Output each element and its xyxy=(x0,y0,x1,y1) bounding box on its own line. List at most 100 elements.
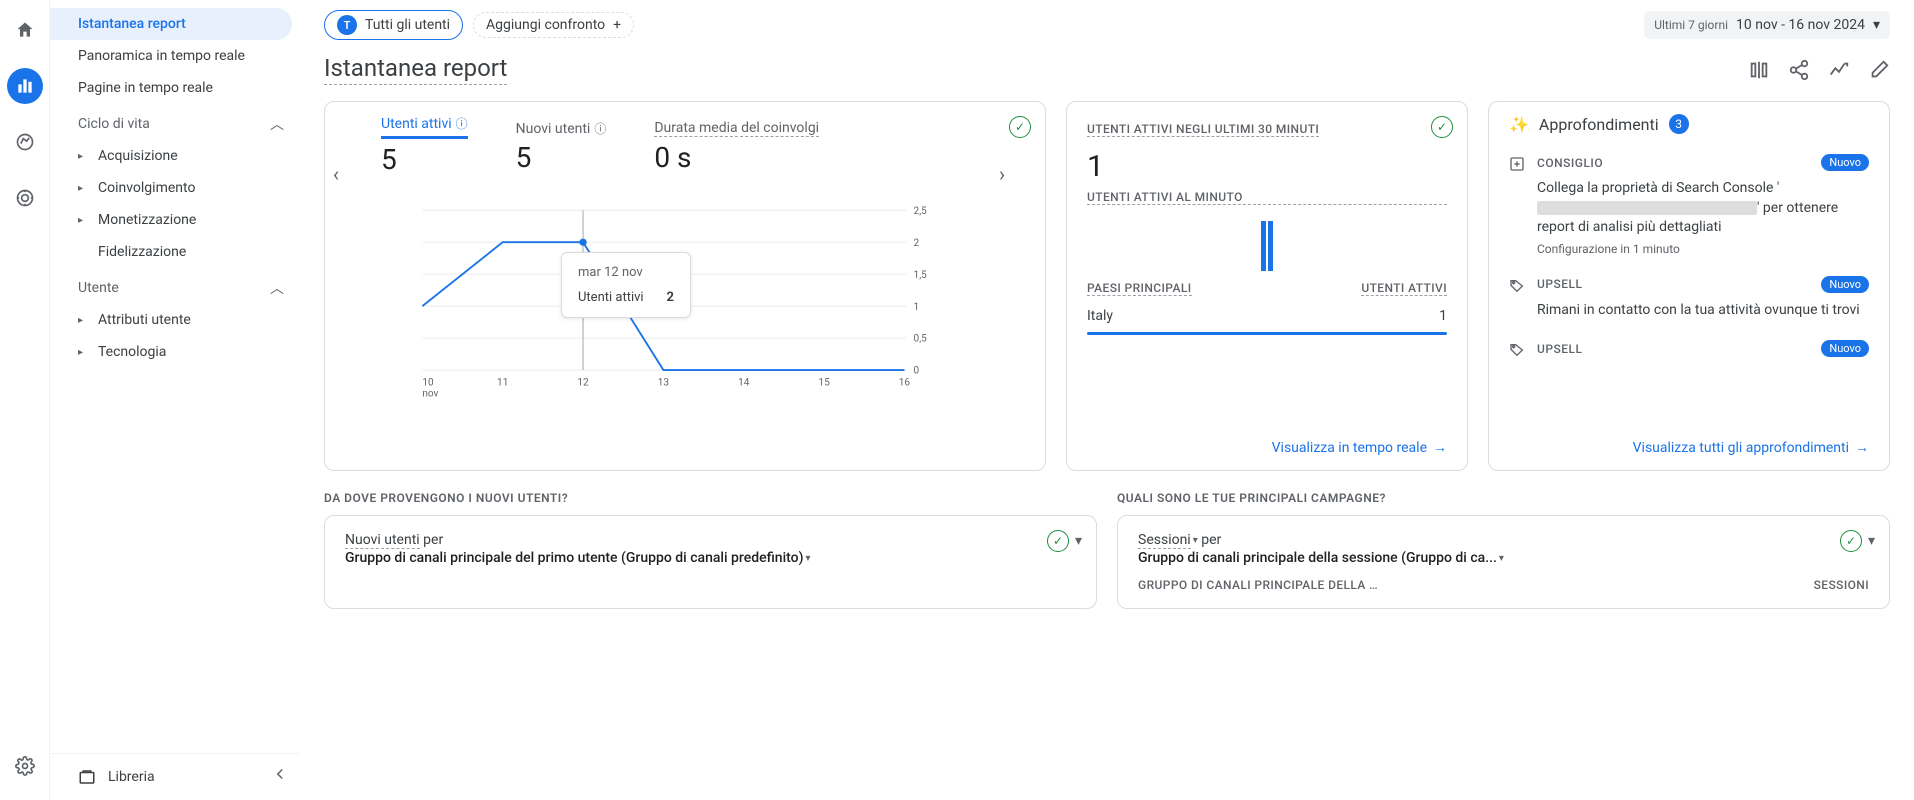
main-content: T Tutti gli utenti Aggiungi confronto + … xyxy=(300,0,1914,800)
col-sessions: SESSIONI xyxy=(1814,578,1869,592)
svg-text:nov: nov xyxy=(422,389,438,400)
page-title: Istantanea report xyxy=(324,54,507,85)
caret-right-icon: ▸ xyxy=(78,315,86,326)
sessions-card: ✓ ▾ Sessioni▾ per Gruppo di canali princ… xyxy=(1117,515,1890,609)
sidebar-item-realtime-overview[interactable]: Panoramica in tempo reale xyxy=(50,40,292,72)
arrow-right-icon: → xyxy=(1433,439,1447,456)
audience-label: Tutti gli utenti xyxy=(365,17,450,33)
audience-chip[interactable]: T Tutti gli utenti xyxy=(324,10,463,40)
sidebar-section-lifecycle[interactable]: Ciclo di vita ︿ xyxy=(50,104,300,140)
nav-rail xyxy=(0,0,50,800)
dimension-selector[interactable]: Gruppo di canali principale della sessio… xyxy=(1138,550,1869,566)
next-metric-button[interactable]: › xyxy=(999,162,1005,186)
check-icon[interactable]: ✓ xyxy=(1047,530,1069,552)
prev-metric-button[interactable]: ‹ xyxy=(333,162,339,186)
line-chart: 2,5 2 1,5 1 0,5 0 10 nov 11 12 13 xyxy=(361,192,995,440)
view-all-insights-link[interactable]: Visualizza tutti gli approfondimenti → xyxy=(1633,439,1869,456)
topbar: T Tutti gli utenti Aggiungi confronto + … xyxy=(300,0,1914,44)
chevron-up-icon: ︿ xyxy=(270,114,284,134)
col-channel-group: GRUPPO DI CANALI PRINCIPALE DELLA … xyxy=(1138,578,1378,592)
compare-icon[interactable] xyxy=(1748,59,1770,81)
date-range-picker[interactable]: Ultimi 7 giorni 10 nov - 16 nov 2024 ▾ xyxy=(1644,11,1890,39)
library-icon xyxy=(78,768,96,786)
svg-text:1,5: 1,5 xyxy=(914,270,928,281)
insights-title: Approfondimenti xyxy=(1539,115,1659,134)
info-icon: ⓘ xyxy=(456,115,468,132)
sidebar-library[interactable]: Libreria xyxy=(50,753,300,800)
add-comparison-chip[interactable]: Aggiungi confronto + xyxy=(473,12,634,38)
sidebar-item-user-attributes[interactable]: ▸Attributi utente xyxy=(50,304,300,336)
chevron-up-icon: ︿ xyxy=(270,278,284,298)
date-range-label: Ultimi 7 giorni xyxy=(1654,18,1728,32)
realtime-title: UTENTI ATTIVI NEGLI ULTIMI 30 MINUTI xyxy=(1087,122,1319,137)
metric-name[interactable]: Nuovi utenti xyxy=(345,532,420,549)
realtime-value: 1 xyxy=(1087,149,1447,184)
check-icon[interactable]: ✓ xyxy=(1009,116,1031,138)
ads-icon[interactable] xyxy=(7,180,43,216)
plus-box-icon xyxy=(1509,156,1527,172)
tag-icon xyxy=(1509,342,1527,358)
svg-text:0: 0 xyxy=(914,366,920,377)
sidebar-item-snapshot[interactable]: Istantanea report xyxy=(50,8,292,40)
svg-text:2: 2 xyxy=(914,238,920,249)
svg-text:12: 12 xyxy=(577,378,589,389)
info-icon: ⓘ xyxy=(594,120,606,137)
svg-text:10: 10 xyxy=(422,378,434,389)
sidebar-item-engagement[interactable]: ▸Coinvolgimento xyxy=(50,172,300,204)
tag-icon xyxy=(1509,278,1527,294)
minute-bars xyxy=(1087,211,1447,271)
sidebar-item-acquisition[interactable]: ▸Acquisizione xyxy=(50,140,300,172)
realtime-card: ✓ UTENTI ATTIVI NEGLI ULTIMI 30 MINUTI 1… xyxy=(1066,101,1468,471)
check-icon[interactable]: ✓ xyxy=(1840,530,1862,552)
sidebar: Istantanea report Panoramica in tempo re… xyxy=(50,0,300,800)
svg-text:14: 14 xyxy=(738,378,750,389)
reports-icon[interactable] xyxy=(7,68,43,104)
metrics-chart-card: ✓ ‹ › Utenti attivi ⓘ 5 Nuovi utenti ⓘ 5… xyxy=(324,101,1046,471)
svg-text:13: 13 xyxy=(658,378,669,389)
insights-card: ✨ Approfondimenti 3 CONSIGLIO Nuovo Coll… xyxy=(1488,101,1890,471)
metric-new-users[interactable]: Nuovi utenti ⓘ 5 xyxy=(516,120,607,174)
insight-item[interactable]: UPSELL Nuovo xyxy=(1509,330,1869,358)
metric-engagement[interactable]: Durata media del coinvolgi 0 s xyxy=(654,120,819,174)
svg-text:15: 15 xyxy=(818,378,830,389)
realtime-subtitle: UTENTI ATTIVI AL MINUTO xyxy=(1087,190,1447,205)
home-icon[interactable] xyxy=(7,12,43,48)
redacted-text xyxy=(1537,201,1757,215)
svg-text:16: 16 xyxy=(899,378,911,389)
arrow-right-icon: → xyxy=(1855,439,1869,456)
svg-text:2,5: 2,5 xyxy=(914,206,928,217)
col-countries: PAESI PRINCIPALI xyxy=(1087,281,1192,296)
sidebar-section-user[interactable]: Utente ︿ xyxy=(50,268,300,304)
section-question-2: QUALI SONO LE TUE PRINCIPALI CAMPAGNE? xyxy=(1117,491,1890,515)
section-question-1: DA DOVE PROVENGONO I NUOVI UTENTI? xyxy=(324,491,1097,515)
share-icon[interactable] xyxy=(1788,59,1810,81)
caret-down-icon[interactable]: ▾ xyxy=(1075,533,1082,549)
caret-down-icon[interactable]: ▾ xyxy=(1868,533,1875,549)
caret-right-icon: ▸ xyxy=(78,215,86,226)
dimension-selector[interactable]: Gruppo di canali principale del primo ut… xyxy=(345,550,1076,566)
sidebar-item-retention[interactable]: ▸Fidelizzazione xyxy=(50,236,300,268)
edit-icon[interactable] xyxy=(1868,59,1890,81)
admin-icon[interactable] xyxy=(7,748,43,784)
col-active-users: UTENTI ATTIVI xyxy=(1361,281,1447,296)
view-realtime-link[interactable]: Visualizza in tempo reale → xyxy=(1272,439,1447,456)
insight-item[interactable]: UPSELL Nuovo Rimani in contatto con la t… xyxy=(1509,266,1869,331)
metric-name[interactable]: Sessioni xyxy=(1138,532,1191,549)
check-icon[interactable]: ✓ xyxy=(1431,116,1453,138)
insights-count: 3 xyxy=(1669,114,1689,134)
explore-icon[interactable] xyxy=(7,124,43,160)
svg-text:1: 1 xyxy=(914,302,920,313)
sidebar-item-realtime-pages[interactable]: Pagine in tempo reale xyxy=(50,72,292,104)
insights-icon[interactable] xyxy=(1828,59,1850,81)
sparkle-icon: ✨ xyxy=(1509,115,1529,134)
sidebar-item-monetization[interactable]: ▸Monetizzazione xyxy=(50,204,300,236)
metric-active-users[interactable]: Utenti attivi ⓘ 5 xyxy=(381,120,468,176)
collapse-sidebar-button[interactable] xyxy=(264,758,296,790)
sidebar-item-technology[interactable]: ▸Tecnologia xyxy=(50,336,300,368)
date-range-value: 10 nov - 16 nov 2024 xyxy=(1736,17,1865,33)
audience-badge: T xyxy=(337,15,357,35)
chart-tooltip: mar 12 nov Utenti attivi2 xyxy=(561,252,691,318)
svg-text:11: 11 xyxy=(497,378,508,389)
table-row: Italy 1 xyxy=(1087,300,1447,332)
insight-item[interactable]: CONSIGLIO Nuovo Collega la proprietà di … xyxy=(1509,144,1869,266)
